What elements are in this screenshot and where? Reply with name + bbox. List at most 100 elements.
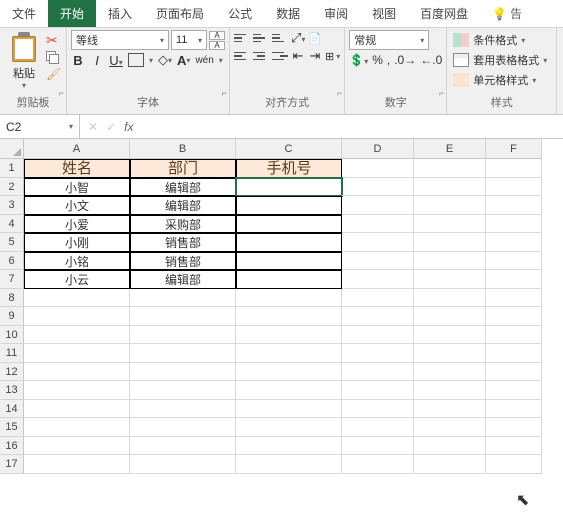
cell[interactable] [130,400,236,419]
cell[interactable] [486,326,542,345]
increase-font-button[interactable]: A [209,31,225,40]
cell[interactable] [130,307,236,326]
cell[interactable] [130,381,236,400]
cell[interactable]: 部门 [130,159,236,178]
fill-color-button[interactable]: ◇▾ [158,52,172,68]
cell[interactable] [342,178,414,197]
cell[interactable] [236,270,342,289]
row-header[interactable]: 7 [0,270,24,289]
col-header[interactable]: C [236,139,342,159]
col-header[interactable]: D [342,139,414,159]
cell[interactable] [24,400,130,419]
formula-input[interactable] [141,115,563,138]
cell[interactable] [486,418,542,437]
tab-file[interactable]: 文件 [0,0,48,27]
format-as-table-button[interactable]: 套用表格格式▾ [451,50,552,70]
cell[interactable] [414,400,486,419]
decrease-decimal-button[interactable]: ←.0 [420,53,442,67]
align-left-button[interactable] [234,49,250,63]
cell[interactable] [414,196,486,215]
cell[interactable] [414,289,486,308]
cell[interactable] [24,437,130,456]
borders-button[interactable] [128,53,144,67]
cell[interactable] [414,437,486,456]
col-header[interactable]: B [130,139,236,159]
cell[interactable]: 小文 [24,196,130,215]
row-header[interactable]: 13 [0,381,24,400]
cell[interactable] [236,455,342,474]
cell[interactable] [486,252,542,271]
cell[interactable] [236,400,342,419]
dialog-launcher-icon[interactable]: ⌐ [439,88,444,98]
format-painter-button[interactable]: 🖌 [46,67,60,83]
cell[interactable] [414,233,486,252]
col-header[interactable]: F [486,139,542,159]
tab-formula[interactable]: 公式 [216,0,264,27]
row-header[interactable]: 2 [0,178,24,197]
cell[interactable] [236,233,342,252]
row-header[interactable]: 10 [0,326,24,345]
fx-icon[interactable]: fx [124,120,133,134]
row-header[interactable]: 5 [0,233,24,252]
align-bottom-button[interactable] [272,31,288,45]
cell[interactable] [130,363,236,382]
cell[interactable] [24,418,130,437]
tab-data[interactable]: 数据 [264,0,312,27]
cell[interactable] [342,344,414,363]
cell[interactable] [414,178,486,197]
cell[interactable] [486,381,542,400]
cell[interactable] [236,381,342,400]
cell[interactable]: 姓名 [24,159,130,178]
row-header[interactable]: 14 [0,400,24,419]
percent-button[interactable]: % [372,53,383,67]
font-name-select[interactable]: 等线▾ [71,30,169,50]
align-top-button[interactable] [234,31,250,45]
dialog-launcher-icon[interactable]: ⌐ [337,88,342,98]
merge-button[interactable]: ⊞▾ [325,50,340,63]
row-header[interactable]: 1 [0,159,24,178]
cell[interactable] [342,289,414,308]
cell[interactable] [486,159,542,178]
cell[interactable] [236,363,342,382]
cell[interactable]: 小云 [24,270,130,289]
tab-insert[interactable]: 插入 [96,0,144,27]
cell[interactable] [414,326,486,345]
decrease-indent-button[interactable]: ⇤ [291,48,305,64]
cell[interactable] [414,159,486,178]
cell[interactable] [236,289,342,308]
cell[interactable] [342,252,414,271]
cell[interactable] [414,215,486,234]
cell[interactable] [130,437,236,456]
cell[interactable] [342,437,414,456]
cell[interactable] [24,307,130,326]
cell[interactable] [24,289,130,308]
tab-tell-me[interactable]: 💡告 [480,0,534,27]
cell[interactable] [236,252,342,271]
tab-home[interactable]: 开始 [48,0,96,27]
cell[interactable] [342,196,414,215]
copy-button[interactable] [46,51,60,65]
font-size-select[interactable]: 11▾ [171,30,207,50]
cell[interactable]: 编辑部 [130,196,236,215]
cell[interactable]: 小爱 [24,215,130,234]
cell[interactable] [24,326,130,345]
cell[interactable] [24,455,130,474]
cell[interactable] [414,363,486,382]
cell[interactable] [486,289,542,308]
cell[interactable]: 手机号 [236,159,342,178]
row-header[interactable]: 12 [0,363,24,382]
cell[interactable] [414,270,486,289]
cell[interactable] [486,233,542,252]
cell-styles-button[interactable]: 单元格样式▾ [451,70,552,90]
wrap-text-button[interactable]: 📄 [308,32,322,45]
increase-indent-button[interactable]: ⇥ [308,48,322,64]
row-header[interactable]: 17 [0,455,24,474]
cell[interactable] [414,344,486,363]
cell[interactable] [342,270,414,289]
align-right-button[interactable] [272,49,288,63]
cell[interactable] [342,400,414,419]
cell[interactable] [236,307,342,326]
cell[interactable] [486,307,542,326]
cell[interactable] [486,400,542,419]
cell[interactable] [24,344,130,363]
